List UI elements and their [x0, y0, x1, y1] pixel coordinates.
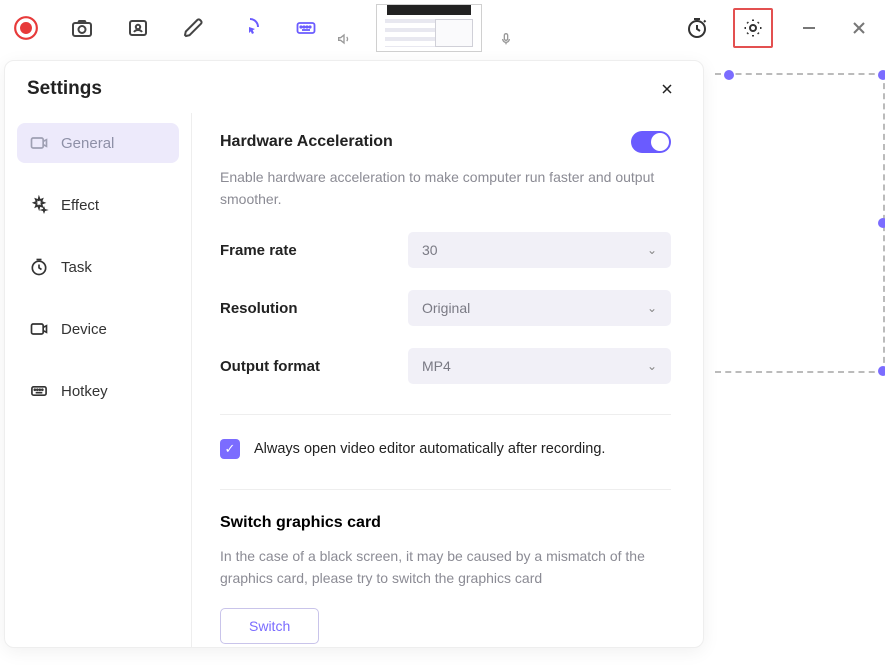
region-handle[interactable]	[878, 218, 885, 228]
sidebar-item-label: Effect	[61, 197, 99, 214]
region-handle[interactable]	[724, 70, 734, 80]
auto-open-row: ✓ Always open video editor automatically…	[220, 439, 671, 459]
sidebar-item-label: Device	[61, 321, 107, 338]
sidebar-item-hotkey[interactable]: Hotkey	[17, 371, 179, 411]
chevron-down-icon: ⌄	[647, 301, 657, 315]
frame-rate-label: Frame rate	[220, 242, 408, 259]
output-format-row: Output format MP4 ⌄	[220, 348, 671, 384]
close-panel-button[interactable]	[653, 75, 681, 103]
top-toolbar	[0, 0, 885, 56]
minimize-button[interactable]	[795, 14, 823, 42]
chevron-down-icon: ⌄	[647, 243, 657, 257]
region-handle[interactable]	[878, 70, 885, 80]
audio-icons	[336, 4, 352, 52]
region-handle[interactable]	[878, 366, 885, 376]
hardware-description: Enable hardware acceleration to make com…	[220, 167, 671, 210]
switch-description: In the case of a black screen, it may be…	[220, 546, 671, 589]
output-format-select[interactable]: MP4 ⌄	[408, 348, 671, 384]
settings-button[interactable]	[739, 14, 767, 42]
auto-open-checkbox[interactable]: ✓	[220, 439, 240, 459]
switch-graphics-section: Switch graphics card In the case of a bl…	[220, 514, 671, 643]
switch-title: Switch graphics card	[220, 514, 671, 532]
frame-rate-row: Frame rate 30 ⌄	[220, 232, 671, 268]
record-button[interactable]	[12, 14, 40, 42]
cursor-icon[interactable]	[236, 14, 264, 42]
preview-thumbnail[interactable]	[376, 4, 482, 52]
speaker-icon[interactable]	[336, 31, 352, 52]
sidebar-item-label: General	[61, 135, 114, 152]
keyboard-icon[interactable]	[292, 14, 320, 42]
frame-rate-value: 30	[422, 242, 438, 258]
microphone-icon[interactable]	[498, 31, 514, 52]
output-format-label: Output format	[220, 358, 408, 375]
sidebar-item-label: Task	[61, 259, 92, 276]
pencil-icon[interactable]	[180, 14, 208, 42]
sidebar-item-label: Hotkey	[61, 383, 108, 400]
hardware-toggle[interactable]	[631, 131, 671, 153]
divider	[220, 489, 671, 490]
sidebar-item-effect[interactable]: Effect	[17, 185, 179, 225]
settings-panel: Settings General Effect Task Device	[4, 60, 704, 648]
hardware-acceleration-section: Hardware Acceleration Enable hardware ac…	[220, 131, 671, 210]
output-format-value: MP4	[422, 358, 451, 374]
panel-header: Settings	[5, 61, 703, 113]
divider	[220, 414, 671, 415]
close-window-button[interactable]	[845, 14, 873, 42]
camera-icon[interactable]	[68, 14, 96, 42]
hardware-title: Hardware Acceleration	[220, 133, 393, 151]
panel-title: Settings	[27, 78, 102, 100]
resolution-select[interactable]: Original ⌄	[408, 290, 671, 326]
recording-region-outline[interactable]	[715, 73, 885, 373]
resolution-value: Original	[422, 300, 470, 316]
frame-rate-select[interactable]: 30 ⌄	[408, 232, 671, 268]
mic-wrap	[498, 4, 514, 52]
sidebar-item-general[interactable]: General	[17, 123, 179, 163]
settings-content: Hardware Acceleration Enable hardware ac…	[192, 113, 703, 647]
auto-open-label: Always open video editor automatically a…	[254, 441, 605, 457]
chevron-down-icon: ⌄	[647, 359, 657, 373]
settings-sidebar: General Effect Task Device Hotkey	[5, 113, 192, 647]
switch-button[interactable]: Switch	[220, 608, 319, 644]
sidebar-item-task[interactable]: Task	[17, 247, 179, 287]
settings-button-highlight	[733, 8, 773, 48]
resolution-label: Resolution	[220, 300, 408, 317]
resolution-row: Resolution Original ⌄	[220, 290, 671, 326]
timer-icon[interactable]	[683, 14, 711, 42]
webcam-icon[interactable]	[124, 14, 152, 42]
sidebar-item-device[interactable]: Device	[17, 309, 179, 349]
